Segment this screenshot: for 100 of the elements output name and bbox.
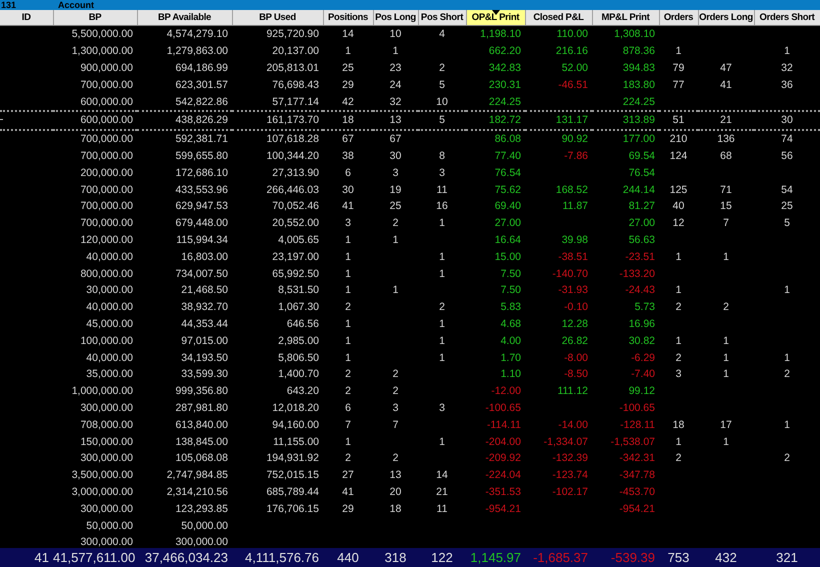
table-row[interactable]: 600,000.00 542,822.86 57,177.14 42 32 10 224.25 224.25 <box>0 93 820 111</box>
column-header[interactable]: Closed P&L <box>525 10 592 26</box>
table-row[interactable]: 50,000.00 50,000.00 <box>0 517 820 534</box>
table-cell-text: 1.10 <box>500 367 522 382</box>
table-cell: 753 <box>659 548 698 567</box>
table-cell-text: 1 <box>344 266 352 282</box>
table-row[interactable]: 120,000.00 115,994.34 4,005.65 1 1 16.64 39.98 56.63 <box>0 232 820 248</box>
table-row[interactable]: 300,000.00 123,293.85 176,706.15 29 18 11 -954.21 -954.21 <box>0 500 820 518</box>
table-cell-text: 623,301.57 <box>174 78 229 93</box>
table-cell-text: 1 <box>344 350 352 366</box>
table-cell-text: 1 <box>674 44 682 60</box>
table-row[interactable]: 700,000.00 433,553.96 266,446.03 30 19 11 75.62 168.52 244.14 125 71 54 <box>0 181 820 198</box>
table-cell-text: 694,186.99 <box>174 60 229 76</box>
table-cell-text: 69.54 <box>628 148 656 164</box>
table-cell-text: 1 <box>783 418 791 433</box>
column-header[interactable]: OP&L Print <box>466 10 525 26</box>
row-pointer-icon <box>0 118 3 120</box>
table-cell-text: -204.00 <box>484 434 522 450</box>
table-row[interactable]: 700,000.00 679,448.00 20,552.00 3 2 1 27.00 27.00 12 7 5 <box>0 214 820 232</box>
table-row[interactable]: 3,000,000.00 2,314,210.56 685,789.44 41 20 21 -351.53 -102.17 -453.70 <box>0 484 820 500</box>
table-cell: 313.89 <box>592 110 659 130</box>
table-cell-text: 40,000.00 <box>85 300 134 316</box>
table-row[interactable]: 30,000.00 21,468.50 8,531.50 1 1 7.50 -31.93 -24.43 1 1 <box>0 282 820 299</box>
table-cell-text: -8.50 <box>563 367 589 382</box>
table-cell-text: 6 <box>344 166 352 181</box>
table-row[interactable]: 700,000.00 629,947.53 70,052.46 41 25 16 69.40 11.87 81.27 40 15 25 <box>0 198 820 215</box>
column-header[interactable]: Orders Short <box>754 10 820 26</box>
table-cell-text: 2 <box>392 384 400 400</box>
table-row[interactable]: 300,000.00 300,000.00 <box>0 534 820 548</box>
table-row[interactable]: 1,300,000.00 1,279,863.00 20,137.00 1 1 662.20 216.16 878.36 1 1 <box>0 42 820 60</box>
table-cell: 42 <box>323 93 373 111</box>
table-cell-text: 1 <box>438 316 446 332</box>
column-header[interactable]: Orders <box>659 10 698 26</box>
table-row[interactable]: 40,000.00 38,932.70 1,067.30 2 2 5.83 -0.10 5.73 2 2 <box>0 298 820 316</box>
table-cell-text: 176,706.15 <box>265 502 320 517</box>
table-row[interactable]: 3,500,000.00 2,747,984.85 752,015.15 27 13 14 -224.04 -123.74 -347.78 <box>0 466 820 484</box>
table-cell: 21 <box>698 110 754 130</box>
selected-row[interactable]: 600,000.00 438,826.29 161,173.70 18 13 5 182.72 131.17 313.89 51 21 30 <box>0 110 820 130</box>
table-cell-text: 30.82 <box>628 334 656 349</box>
table-cell-text: 613,840.00 <box>174 418 229 433</box>
table-row[interactable]: 300,000.00 287,981.80 12,018.20 6 3 3 -100.65 -100.65 <box>0 400 820 416</box>
table-cell-text: -6.29 <box>630 350 656 366</box>
table-row[interactable]: 1,000,000.00 999,356.80 643.20 2 2 -12.00 111.12 99.12 <box>0 382 820 400</box>
column-header[interactable]: Pos Short <box>418 10 466 26</box>
table-row[interactable]: 40,000.00 34,193.50 5,806.50 1 1 1.70 -8.00 -6.29 2 1 1 <box>0 349 820 366</box>
table-cell-text: 7 <box>722 216 730 232</box>
column-header[interactable]: BP Used <box>232 10 323 26</box>
table-cell-text: 1 <box>674 334 682 349</box>
table-cell-text: 216.16 <box>554 44 589 60</box>
table-row[interactable]: 5,500,000.00 4,574,279.10 925,720.90 14 10 4 1,198.10 110.00 1,308.10 <box>0 26 820 43</box>
column-header[interactable]: Pos Long <box>373 10 418 26</box>
column-header[interactable]: BP <box>53 10 137 26</box>
table-row[interactable]: 708,000.00 613,840.00 94,160.00 7 7 -114.11 -14.00 -128.11 18 17 1 <box>0 416 820 434</box>
table-cell: 432 <box>698 548 754 567</box>
table-cell-text: 123,293.85 <box>174 502 229 517</box>
table-row[interactable]: 300,000.00 105,068.08 194,931.92 2 2 -209.92 -132.39 -342.31 2 2 <box>0 450 820 467</box>
table-cell-text: 20 <box>388 484 402 500</box>
table-cell-text: 100,000.00 <box>79 334 134 349</box>
table-row[interactable]: 100,000.00 97,015.00 2,985.00 1 1 4.00 26.82 30.82 1 1 <box>0 332 820 350</box>
table-cell-text: 1 <box>783 283 791 298</box>
table-cell-text: 1,279,863.00 <box>166 44 229 60</box>
column-header[interactable]: BP Available <box>137 10 232 26</box>
table-row[interactable]: 900,000.00 694,186.99 205,813.01 25 23 2 342.83 52.00 394.83 79 47 32 <box>0 60 820 76</box>
table-row[interactable]: 35,000.00 33,599.30 1,400.70 2 2 1.10 -8.50 -7.40 3 1 2 <box>0 366 820 383</box>
table-cell-text: -128.11 <box>619 418 656 433</box>
table-row[interactable]: 45,000.00 44,353.44 646.56 1 1 4.68 12.28 16.96 <box>0 316 820 332</box>
table-cell-text: -140.70 <box>551 266 589 282</box>
table-row[interactable]: 700,000.00 592,381.71 107,618.28 67 67 86.08 90.92 177.00 210 136 74 <box>0 130 820 148</box>
table-cell-text: 1 <box>344 250 352 265</box>
table-cell-text: 1 <box>783 350 791 366</box>
table-cell-text: 54 <box>780 182 794 198</box>
table-cell-text: 3 <box>392 400 400 416</box>
table-cell-text: 45,000.00 <box>85 316 134 332</box>
table-cell: 122 <box>418 548 466 567</box>
table-cell-text: -133.20 <box>618 266 656 282</box>
table-row[interactable]: 700,000.00 599,655.80 100,344.20 38 30 8 77.40 -7.86 69.54 124 68 56 <box>0 148 820 164</box>
table-cell-text: 2 <box>674 350 682 366</box>
table-row[interactable]: 150,000.00 138,845.00 11,155.00 1 1 -204.00 -1,334.07 -1,538.07 1 1 <box>0 433 820 450</box>
column-header[interactable]: ID <box>0 10 53 26</box>
table-cell-text: 3 <box>344 216 352 232</box>
column-header[interactable]: MP&L Print <box>592 10 659 26</box>
table-cell-text: 68 <box>719 148 733 164</box>
table-row[interactable]: 40,000.00 16,803.00 23,197.00 1 1 15.00 -38.51 -23.51 1 1 <box>0 248 820 266</box>
column-header[interactable]: Orders Long <box>698 10 754 26</box>
table-cell-text: 172,686.10 <box>174 166 229 181</box>
table-cell-text: -453.70 <box>618 484 656 500</box>
table-row[interactable]: 700,000.00 623,301.57 76,698.43 29 24 5 230.31 -46.51 183.80 77 41 36 <box>0 76 820 94</box>
table-cell: 224.25 <box>466 93 525 111</box>
table-cell-text: 25 <box>780 199 794 214</box>
table-cell-text: 168.52 <box>554 182 589 198</box>
table-row[interactable]: 200,000.00 172,686.10 27,313.90 6 3 3 76.54 76.54 <box>0 164 820 182</box>
table-cell-text: 2 <box>392 367 400 382</box>
table-cell-text: -1,334.07 <box>542 434 589 450</box>
table-cell-text: 3 <box>674 367 682 382</box>
column-header[interactable]: Positions <box>323 10 373 26</box>
table-cell-text: -8.00 <box>563 350 589 366</box>
table-cell-text: 56 <box>780 148 794 164</box>
table-row[interactable]: 800,000.00 734,007.50 65,992.50 1 1 7.50 -140.70 -133.20 <box>0 265 820 282</box>
table-cell-text: 205,813.01 <box>265 60 320 76</box>
table-cell-text: 1 <box>392 232 400 248</box>
